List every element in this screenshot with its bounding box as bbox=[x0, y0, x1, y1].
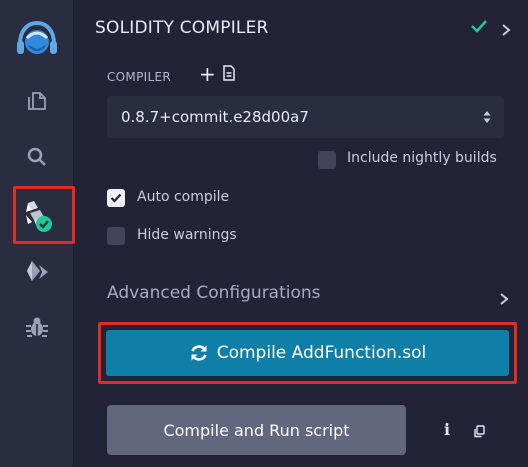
compile-button-highlight: Compile AddFunction.sol bbox=[98, 322, 517, 384]
search-icon[interactable] bbox=[0, 146, 74, 168]
compiler-version-value: 0.8.7+commit.e28d00a7 bbox=[121, 108, 309, 126]
solidity-compiler-panel: SOLIDITY COMPILER COMPILER + 0.8.7+commi… bbox=[75, 0, 528, 467]
compile-and-run-script-label: Compile and Run script bbox=[163, 420, 350, 440]
compiler-label: COMPILER bbox=[107, 70, 171, 84]
deploy-run-icon[interactable] bbox=[0, 259, 74, 285]
hide-warnings-label: Hide warnings bbox=[137, 227, 237, 243]
panel-title: SOLIDITY COMPILER bbox=[95, 18, 269, 38]
nightly-builds-checkbox[interactable] bbox=[318, 151, 336, 169]
file-explorer-icon[interactable] bbox=[0, 90, 74, 112]
remix-logo-icon[interactable] bbox=[0, 18, 74, 62]
hide-warnings-checkbox[interactable] bbox=[107, 227, 125, 245]
auto-compile-checkbox[interactable] bbox=[107, 189, 125, 207]
file-icon[interactable] bbox=[222, 65, 236, 85]
select-arrows-icon bbox=[482, 109, 492, 129]
nightly-builds-label: Include nightly builds bbox=[347, 150, 497, 166]
advanced-configurations-toggle[interactable]: Advanced Configurations bbox=[107, 283, 321, 303]
auto-compile-label: Auto compile bbox=[137, 189, 230, 205]
compile-button[interactable]: Compile AddFunction.sol bbox=[106, 330, 509, 376]
chevron-right-icon[interactable] bbox=[499, 290, 509, 309]
compile-and-run-script-button[interactable]: Compile and Run script bbox=[107, 405, 406, 455]
active-plugin-highlight bbox=[13, 186, 75, 244]
copy-icon[interactable] bbox=[473, 423, 485, 442]
icon-rail bbox=[0, 0, 75, 467]
plus-icon[interactable]: + bbox=[199, 64, 216, 84]
compile-button-label: Compile AddFunction.sol bbox=[216, 343, 427, 363]
checkmark-icon bbox=[110, 193, 122, 203]
check-icon bbox=[470, 17, 488, 39]
info-icon[interactable]: i bbox=[444, 420, 450, 439]
refresh-icon bbox=[191, 345, 207, 361]
compiler-version-select[interactable]: 0.8.7+commit.e28d00a7 bbox=[107, 96, 504, 138]
debugger-icon[interactable] bbox=[0, 315, 74, 339]
chevron-right-icon[interactable] bbox=[501, 21, 511, 40]
